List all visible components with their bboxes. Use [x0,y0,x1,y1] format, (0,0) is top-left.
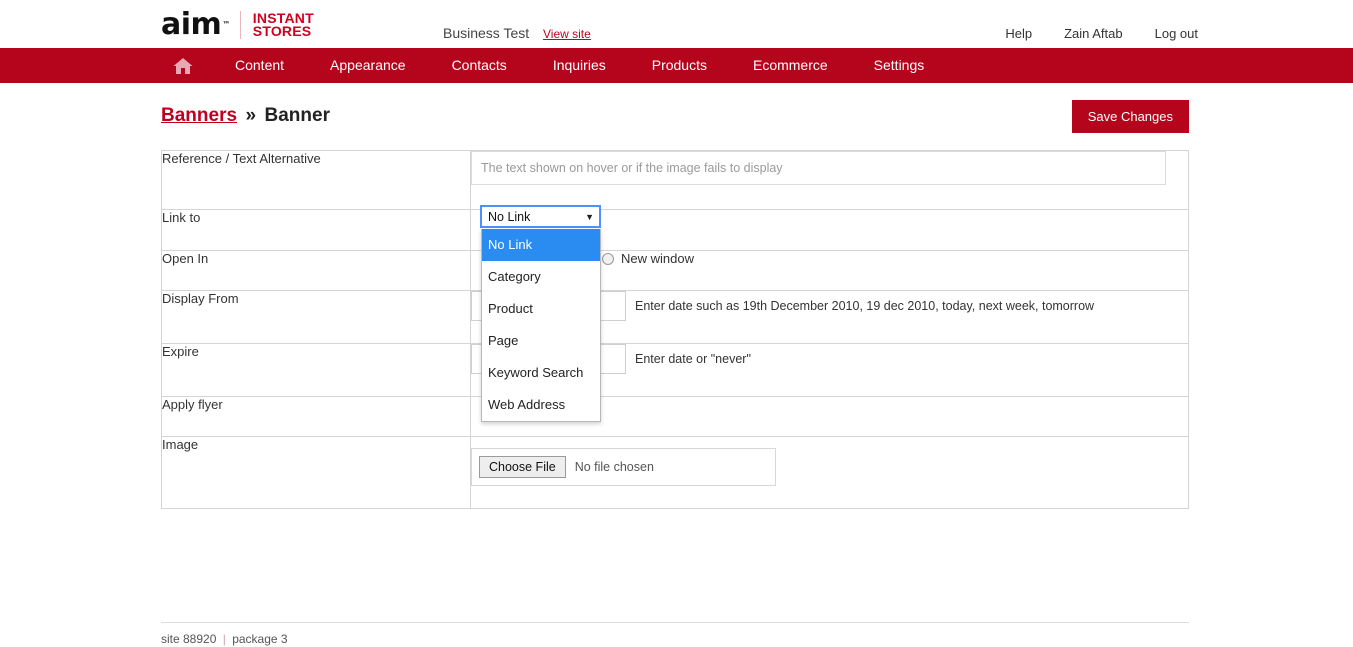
reference-text-input[interactable] [471,151,1166,185]
main-navigation: Content Appearance Contacts Inquiries Pr… [0,48,1353,83]
home-icon [173,57,193,74]
nav-item-ecommerce[interactable]: Ecommerce [730,48,851,83]
value-reference [470,150,1189,210]
banner-form-table: Reference / Text Alternative Link to Ope… [161,150,1189,509]
new-window-label: New window [621,251,694,266]
nav-item-inquiries[interactable]: Inquiries [530,48,629,83]
label-image: Image [161,436,471,509]
nav-item-contacts[interactable]: Contacts [429,48,530,83]
dropdown-option-keyword-search[interactable]: Keyword Search [482,357,600,389]
dropdown-option-category[interactable]: Category [482,261,600,293]
image-file-picker[interactable]: Choose File No file chosen [471,448,776,486]
label-reference: Reference / Text Alternative [161,150,471,210]
chevron-down-icon: ▼ [585,211,594,222]
footer-divider [161,622,1189,623]
page-title: Banner [264,105,330,126]
label-open-in: Open In [161,250,471,291]
footer-separator: | [222,632,226,646]
breadcrumb-separator: » [245,105,257,126]
dropdown-option-no-link[interactable]: No Link [482,229,600,261]
nav-item-home[interactable] [172,56,212,76]
top-bar: aim™ INSTANT STORES Business Test View s… [0,0,1353,48]
expire-hint: Enter date or "never" [635,352,751,366]
table-row-open-in: Open In New window [161,250,1189,291]
table-row-reference: Reference / Text Alternative [161,150,1189,210]
footer-site-id: site 88920 [161,632,217,646]
logo-line-stores: STORES [252,23,312,39]
dropdown-option-product[interactable]: Product [482,293,600,325]
trademark-icon: ™ [222,20,230,29]
label-expire: Expire [161,343,471,397]
choose-file-button[interactable]: Choose File [479,456,566,478]
file-status-label: No file chosen [574,460,654,474]
label-apply-flyer: Apply flyer [161,396,471,437]
table-row-apply-flyer: Apply flyer [161,396,1189,437]
table-row-image: Image Choose File No file chosen [161,436,1189,509]
display-from-hint: Enter date such as 19th December 2010, 1… [635,299,1095,313]
table-row-display-from: Display From Enter date such as 19th Dec… [161,290,1189,344]
logo-instant-stores: INSTANT STORES [252,11,314,39]
nav-item-content[interactable]: Content [212,48,307,83]
footer: site 88920 | package 3 [161,632,288,646]
link-to-select[interactable]: No Link ▼ [480,205,601,228]
site-identity: Business Test View site [443,25,591,41]
account-name-link[interactable]: Zain Aftab [1064,26,1123,41]
dropdown-option-web-address[interactable]: Web Address [482,389,600,421]
nav-item-appearance[interactable]: Appearance [307,48,429,83]
table-row-link-to: Link to [161,209,1189,251]
logo-aim-text: aim™ [161,7,230,42]
label-link-to: Link to [161,209,471,251]
logout-link[interactable]: Log out [1155,26,1198,41]
logo-divider [239,11,241,39]
dropdown-option-page[interactable]: Page [482,325,600,357]
link-to-selected-value: No Link [488,209,531,224]
nav-item-products[interactable]: Products [629,48,730,83]
save-changes-button[interactable]: Save Changes [1071,100,1189,133]
value-image: Choose File No file chosen [470,436,1189,509]
top-right-links: Help Zain Aftab Log out [1005,26,1198,41]
link-to-dropdown-list: No Link Category Product Page Keyword Se… [481,229,601,422]
breadcrumb-banners-link[interactable]: Banners [161,105,237,126]
help-link[interactable]: Help [1005,26,1032,41]
nav-item-settings[interactable]: Settings [851,48,948,83]
label-display-from: Display From [161,290,471,344]
table-row-expire: Expire Enter date or "never" [161,343,1189,397]
footer-package: package 3 [232,632,288,646]
view-site-link[interactable]: View site [543,27,591,41]
logo[interactable]: aim™ INSTANT STORES [161,7,314,42]
new-window-radio[interactable] [602,252,614,265]
site-name-label: Business Test [443,25,530,41]
